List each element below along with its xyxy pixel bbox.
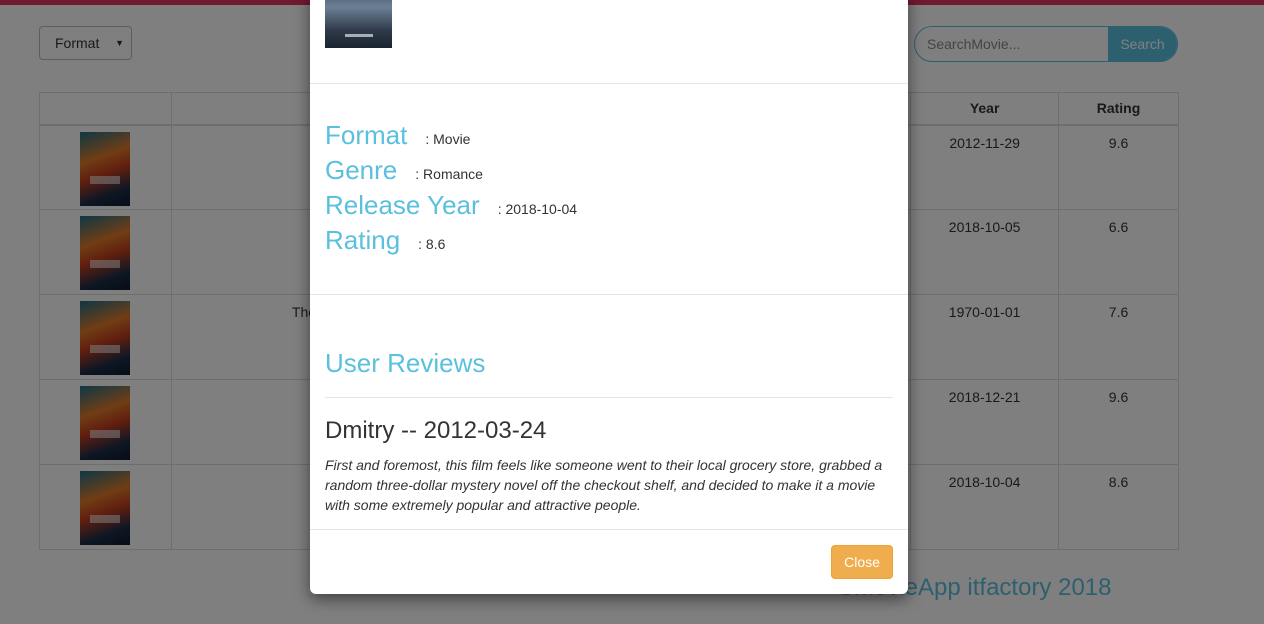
user-reviews-heading: User Reviews: [325, 348, 486, 378]
detail-label: Rating: [325, 225, 401, 255]
detail-value: : Romance: [415, 166, 483, 182]
movie-details: Format : Movie Genre : Romance Release Y…: [325, 120, 577, 260]
detail-rating: Rating : 8.6: [325, 225, 577, 260]
detail-value: : Movie: [425, 131, 471, 147]
divider: [310, 294, 908, 295]
movie-poster-large: [325, 0, 392, 48]
detail-value: : 2018-10-04: [497, 201, 578, 217]
detail-release-year: Release Year : 2018-10-04: [325, 190, 577, 225]
detail-label: Format: [325, 120, 408, 150]
detail-value: : 8.6: [418, 236, 446, 252]
divider: [325, 397, 893, 398]
detail-label: Release Year: [325, 190, 480, 220]
detail-format: Format : Movie: [325, 120, 577, 155]
review-text: First and foremost, this film feels like…: [325, 457, 883, 513]
modal-footer-divider: [310, 529, 908, 530]
modal-header: [310, 0, 908, 84]
movie-details-modal: Format : Movie Genre : Romance Release Y…: [310, 0, 908, 594]
detail-genre: Genre : Romance: [325, 155, 577, 190]
review-author-date: Dmitry -- 2012-03-24: [325, 417, 547, 444]
detail-label: Genre: [325, 155, 398, 185]
close-button[interactable]: Close: [831, 545, 893, 579]
